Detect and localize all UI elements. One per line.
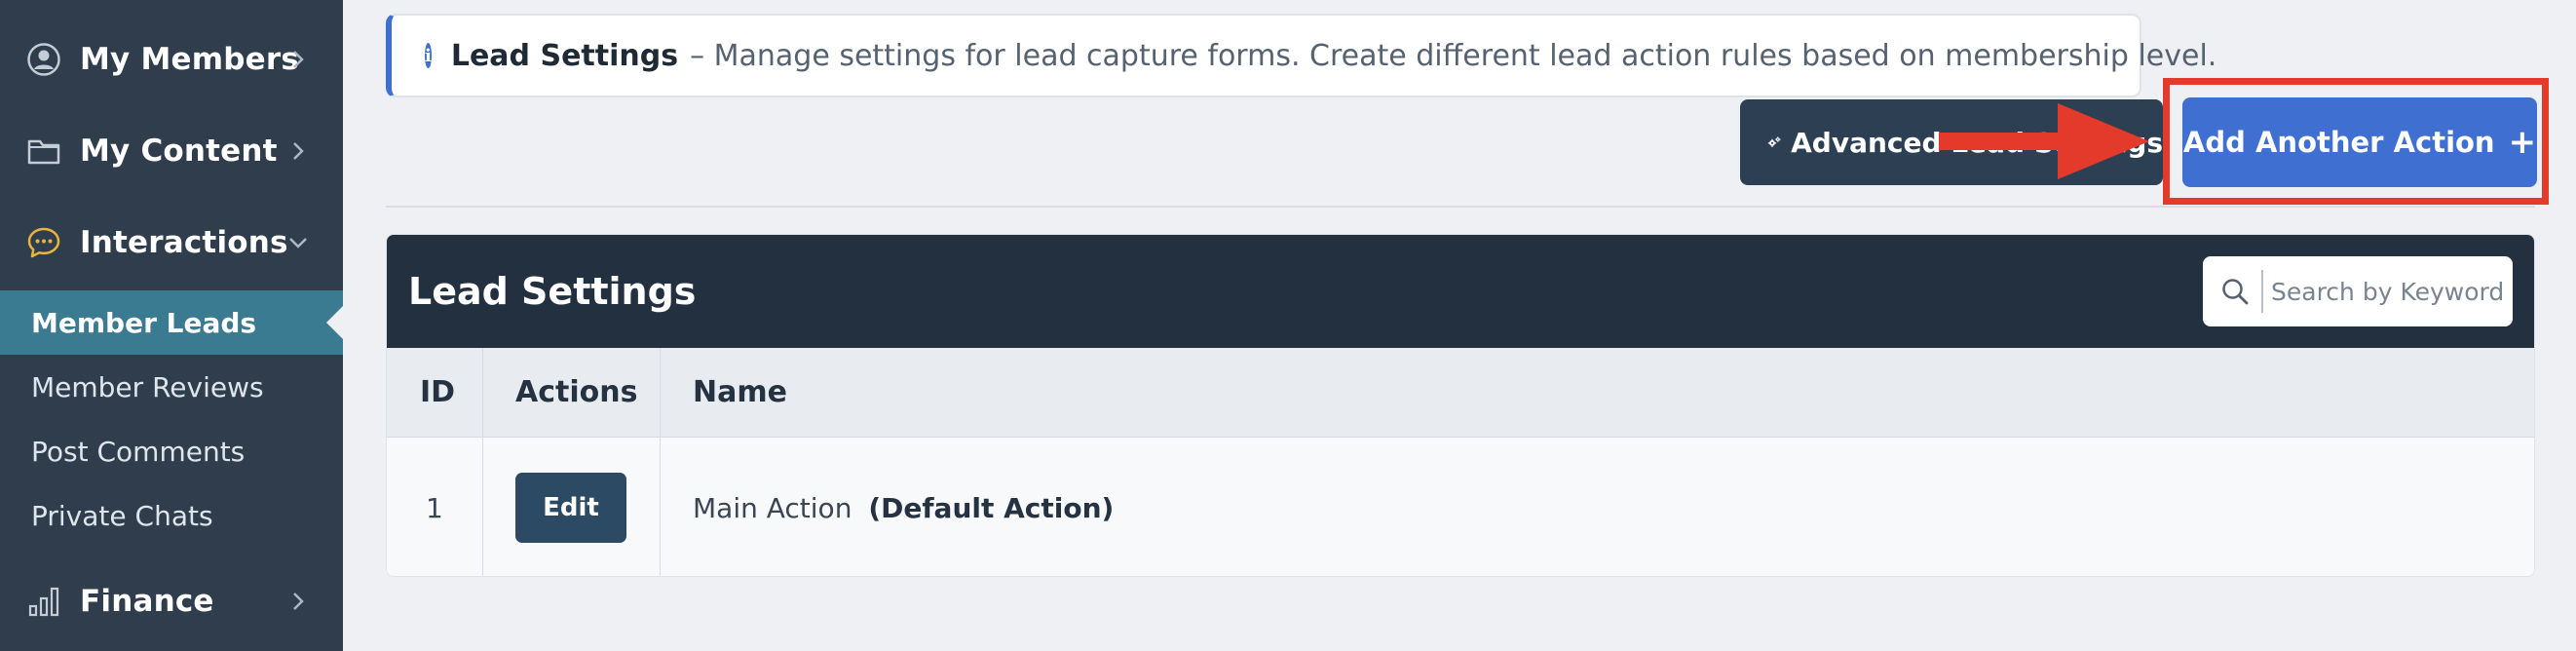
sidebar-item-interactions[interactable]: Interactions <box>0 197 343 288</box>
sidebar-subitem-label: Private Chats <box>31 499 213 532</box>
sidebar-subitem-label: Post Comments <box>31 435 246 468</box>
gears-icon <box>1767 136 1781 147</box>
add-another-action-button[interactable]: Add Another Action + <box>2182 97 2537 187</box>
search-separator <box>2261 270 2263 313</box>
banner-title: Lead Settings <box>450 38 679 73</box>
table-header: ID Actions Name <box>387 348 2534 438</box>
row-name-suffix: (Default Action) <box>868 491 1115 524</box>
sidebar-subitem-label: Member Reviews <box>31 370 264 403</box>
column-divider <box>660 348 661 576</box>
bar-chart-icon <box>25 583 62 620</box>
plus-icon: + <box>2508 123 2537 162</box>
sidebar-item-my-members[interactable]: My Members <box>0 14 343 105</box>
column-header-id: ID <box>420 375 456 409</box>
column-header-actions: Actions <box>515 375 638 409</box>
row-name: Main Action (Default Action) <box>693 492 1114 524</box>
folder-icon <box>25 133 62 170</box>
row-name-text: Main Action <box>693 491 852 524</box>
banner-description: – Manage settings for lead capture forms… <box>690 38 2217 73</box>
column-header-name: Name <box>693 375 787 409</box>
lead-settings-panel: Lead Settings ID Actions Name 1 Edit Mai… <box>386 234 2535 577</box>
sidebar-item-my-content[interactable]: My Content <box>0 105 343 197</box>
sidebar-item-label: My Members <box>80 42 299 77</box>
sidebar-item-private-chats[interactable]: Private Chats <box>0 483 343 548</box>
search-input[interactable] <box>2271 277 2505 306</box>
sidebar-item-label: My Content <box>80 134 278 169</box>
divider <box>386 206 2535 208</box>
row-id: 1 <box>426 491 443 524</box>
annotation-arrow-icon <box>1939 103 2149 179</box>
chevron-right-icon <box>286 48 310 71</box>
panel-title: Lead Settings <box>408 270 697 313</box>
chat-bubble-icon <box>25 224 62 261</box>
sidebar: My Members My Content Interactions Membe… <box>0 0 343 651</box>
edit-button[interactable]: Edit <box>515 473 626 543</box>
search-box <box>2203 256 2513 326</box>
info-banner: i Lead Settings – Manage settings for le… <box>386 14 2216 97</box>
add-another-action-label: Add Another Action <box>2182 126 2495 159</box>
info-icon: i <box>425 43 432 68</box>
panel-header: Lead Settings <box>387 235 2534 348</box>
chevron-right-icon <box>286 139 310 163</box>
chevron-right-icon <box>286 590 310 613</box>
sidebar-item-label: Finance <box>80 584 214 619</box>
chevron-down-icon <box>286 231 310 254</box>
column-divider <box>482 348 483 576</box>
sidebar-item-label: Interactions <box>80 225 288 260</box>
edit-button-label: Edit <box>543 493 599 522</box>
sidebar-item-post-comments[interactable]: Post Comments <box>0 419 343 483</box>
table-row: 1 Edit Main Action (Default Action) <box>387 438 2534 576</box>
search-icon <box>2222 279 2249 305</box>
sidebar-item-member-reviews[interactable]: Member Reviews <box>0 355 343 419</box>
sidebar-subitem-label: Member Leads <box>31 306 257 339</box>
user-circle-icon <box>25 41 62 78</box>
sidebar-item-member-leads[interactable]: Member Leads <box>0 290 343 355</box>
sidebar-item-finance[interactable]: Finance <box>0 555 343 647</box>
